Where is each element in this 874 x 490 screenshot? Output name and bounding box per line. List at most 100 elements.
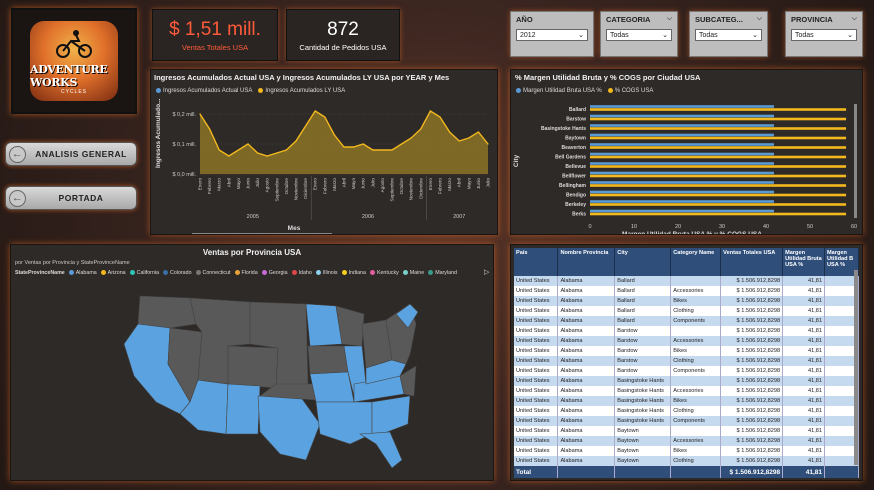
table-column-header[interactable]: Pais xyxy=(514,248,559,276)
portada-button[interactable]: ← PORTADA xyxy=(5,186,137,210)
city-label: Bellflower xyxy=(562,173,586,179)
filter-categoria-select[interactable]: Todas ⌄ xyxy=(606,29,672,41)
map-legend-item: Maine xyxy=(402,270,425,276)
map-title: Ventas por Provincia USA xyxy=(202,248,302,257)
table-row[interactable]: United States Alabama Barstow Bikes $ 1.506.… xyxy=(514,346,859,356)
city-label: Ballard xyxy=(569,107,586,113)
table-column-header[interactable]: Nombre Provincia xyxy=(557,248,616,276)
table-scrollbar[interactable] xyxy=(854,270,858,465)
table-row[interactable]: United States Alabama Baytown $ 1.506.912,8… xyxy=(514,426,859,436)
table-cell xyxy=(670,326,722,336)
x-tick-label: Enero xyxy=(313,178,318,191)
ingresos-chart-legend: Ingresos Acumulados Actual USA Ingresos … xyxy=(156,88,345,94)
map-legend-item: Kentucky xyxy=(369,270,399,276)
line-ly-point xyxy=(420,128,422,130)
table-row[interactable]: United States Alabama Ballard Accessories $ … xyxy=(514,286,859,296)
line-ly-point xyxy=(458,140,460,142)
table-cell: Alabama xyxy=(557,326,616,336)
margen-chart-legend: Margen Utilidad Bruta USA % % COGS USA xyxy=(516,88,653,94)
legend-item-actual: Ingresos Acumulados Actual USA xyxy=(156,88,252,94)
x-tick-label: Febrero xyxy=(207,178,212,195)
table-row[interactable]: United States Alabama Baytown Bikes $ 1.506.… xyxy=(514,446,859,456)
table-row[interactable]: United States Alabama Basingstoke Hants Com… xyxy=(514,416,859,426)
kpi-pedidos-card: 872 Cantidad de Pedidos USA xyxy=(286,9,400,61)
kpi-ventas-label: Ventas Totales USA xyxy=(181,43,249,52)
bar-cogs xyxy=(590,127,847,130)
detail-table-container[interactable]: Pais Nombre Provincia City Category Name Ven… xyxy=(514,248,859,478)
table-cell: $ 1.506.912,8298 xyxy=(720,426,784,436)
table-row[interactable]: United States Alabama Barstow Clothing $ 1.5… xyxy=(514,356,859,366)
bar-cogs xyxy=(590,146,847,149)
table-column-header[interactable]: Category Name xyxy=(670,248,722,276)
y-tick-label: $ 0,1 mill. xyxy=(172,142,196,148)
table-cell: $ 1.506.912,8298 xyxy=(720,316,784,326)
table-column-header[interactable]: City xyxy=(614,248,672,276)
x-tick-label: Marzo xyxy=(332,178,337,191)
table-cell: United States xyxy=(514,286,559,296)
map-state-southeast[interactable] xyxy=(371,395,411,435)
table-cell: 41,81 xyxy=(782,346,825,356)
filter-subcategoria-select[interactable]: Todas ⌄ xyxy=(695,29,762,41)
table-row[interactable]: United States Alabama Barstow Accessories $ … xyxy=(514,336,859,346)
y-axis-label: City xyxy=(513,154,520,167)
table-column-header[interactable]: Margen Utilidad Bruta USA % xyxy=(782,248,825,276)
map-state-iowa[interactable] xyxy=(307,345,349,375)
chevron-down-icon: ⌄ xyxy=(662,32,668,39)
table-cell: Barstow xyxy=(614,336,672,346)
table-cell: United States xyxy=(514,336,559,346)
filter-provincia-select[interactable]: Todas ⌄ xyxy=(791,29,857,41)
table-cell: Bikes xyxy=(670,296,722,306)
table-row[interactable]: United States Alabama Barstow Components $ 1… xyxy=(514,366,859,376)
line-ly-point xyxy=(449,131,451,133)
bar-cogs xyxy=(590,136,847,140)
table-cell: 41,81 xyxy=(782,436,825,446)
map-state-florida[interactable] xyxy=(359,431,403,469)
map-state-new-mexico[interactable] xyxy=(225,383,261,435)
map-state-texas[interactable] xyxy=(257,395,321,461)
x-tick-label: 30 xyxy=(719,224,725,230)
map-state-colorado[interactable] xyxy=(227,345,279,389)
adventure-works-logo: ADVENTURE WORKS CYCLES xyxy=(30,21,118,101)
bar-cogs xyxy=(590,184,847,187)
table-row[interactable]: United States Alabama Ballard Clothing $ 1.5… xyxy=(514,306,859,316)
table-cell: Bikes xyxy=(670,346,722,356)
clear-filter-icon[interactable]: ⌵ xyxy=(852,15,857,24)
table-cell: 41,81 xyxy=(782,396,825,406)
table-cell: $ 1.506.912,8298 xyxy=(720,336,784,346)
legend-next-icon[interactable]: ▷ xyxy=(484,268,489,276)
x-tick-label: Noviembre xyxy=(294,178,299,201)
map-state-missouri[interactable] xyxy=(309,371,355,403)
analisis-general-button[interactable]: ← ANALISIS GENERAL xyxy=(5,142,137,166)
map-legend-label: Maine xyxy=(409,270,425,276)
filter-ano: AÑO 2012 ⌄ xyxy=(510,11,594,57)
table-row[interactable]: United States Alabama Ballard Components $ 1… xyxy=(514,316,859,326)
line-ly-point xyxy=(372,149,374,151)
x-group-label: 2005 xyxy=(247,214,259,220)
table-row[interactable]: United States Alabama Ballard Bikes $ 1.506.… xyxy=(514,296,859,306)
back-arrow-icon: ← xyxy=(9,189,26,207)
table-cell: 41,81 xyxy=(782,336,825,346)
x-tick-label: Diciembre xyxy=(303,178,308,199)
map-state-south[interactable] xyxy=(315,401,373,445)
table-cell: United States xyxy=(514,366,559,376)
table-column-header[interactable]: Ventas Totales USA xyxy=(720,248,784,276)
line-ly-point xyxy=(487,143,489,145)
table-row[interactable]: United States Alabama Ballard $ 1.506.912,8… xyxy=(514,276,859,286)
clear-filter-icon[interactable]: ⌵ xyxy=(667,15,672,24)
table-row[interactable]: United States Alabama Basingstoke Hants Clo… xyxy=(514,406,859,416)
clear-filter-icon[interactable]: ⌵ xyxy=(757,15,762,24)
filter-ano-select[interactable]: 2012 ⌄ xyxy=(516,29,588,41)
table-row[interactable]: United States Alabama Basingstoke Hants $ 1… xyxy=(514,376,859,386)
x-tick-label: Agosto xyxy=(265,178,270,193)
table-cell: Basingstoke Hants xyxy=(614,416,672,426)
table-cell: $ 1.506.912,8298 xyxy=(720,416,784,426)
table-row[interactable]: United States Alabama Baytown Clothing $ 1.5… xyxy=(514,456,859,466)
map-legend-item: Idaho xyxy=(291,270,312,276)
table-row[interactable]: United States Alabama Basingstoke Hants Acc… xyxy=(514,386,859,396)
table-row[interactable]: United States Alabama Barstow $ 1.506.912,8… xyxy=(514,326,859,336)
table-cell: Components xyxy=(670,316,722,326)
table-row[interactable]: United States Alabama Baytown Accessories $ … xyxy=(514,436,859,446)
table-row[interactable]: United States Alabama Basingstoke Hants Bik… xyxy=(514,396,859,406)
table-cell: Bikes xyxy=(670,396,722,406)
map-state-northwest[interactable] xyxy=(137,295,197,329)
